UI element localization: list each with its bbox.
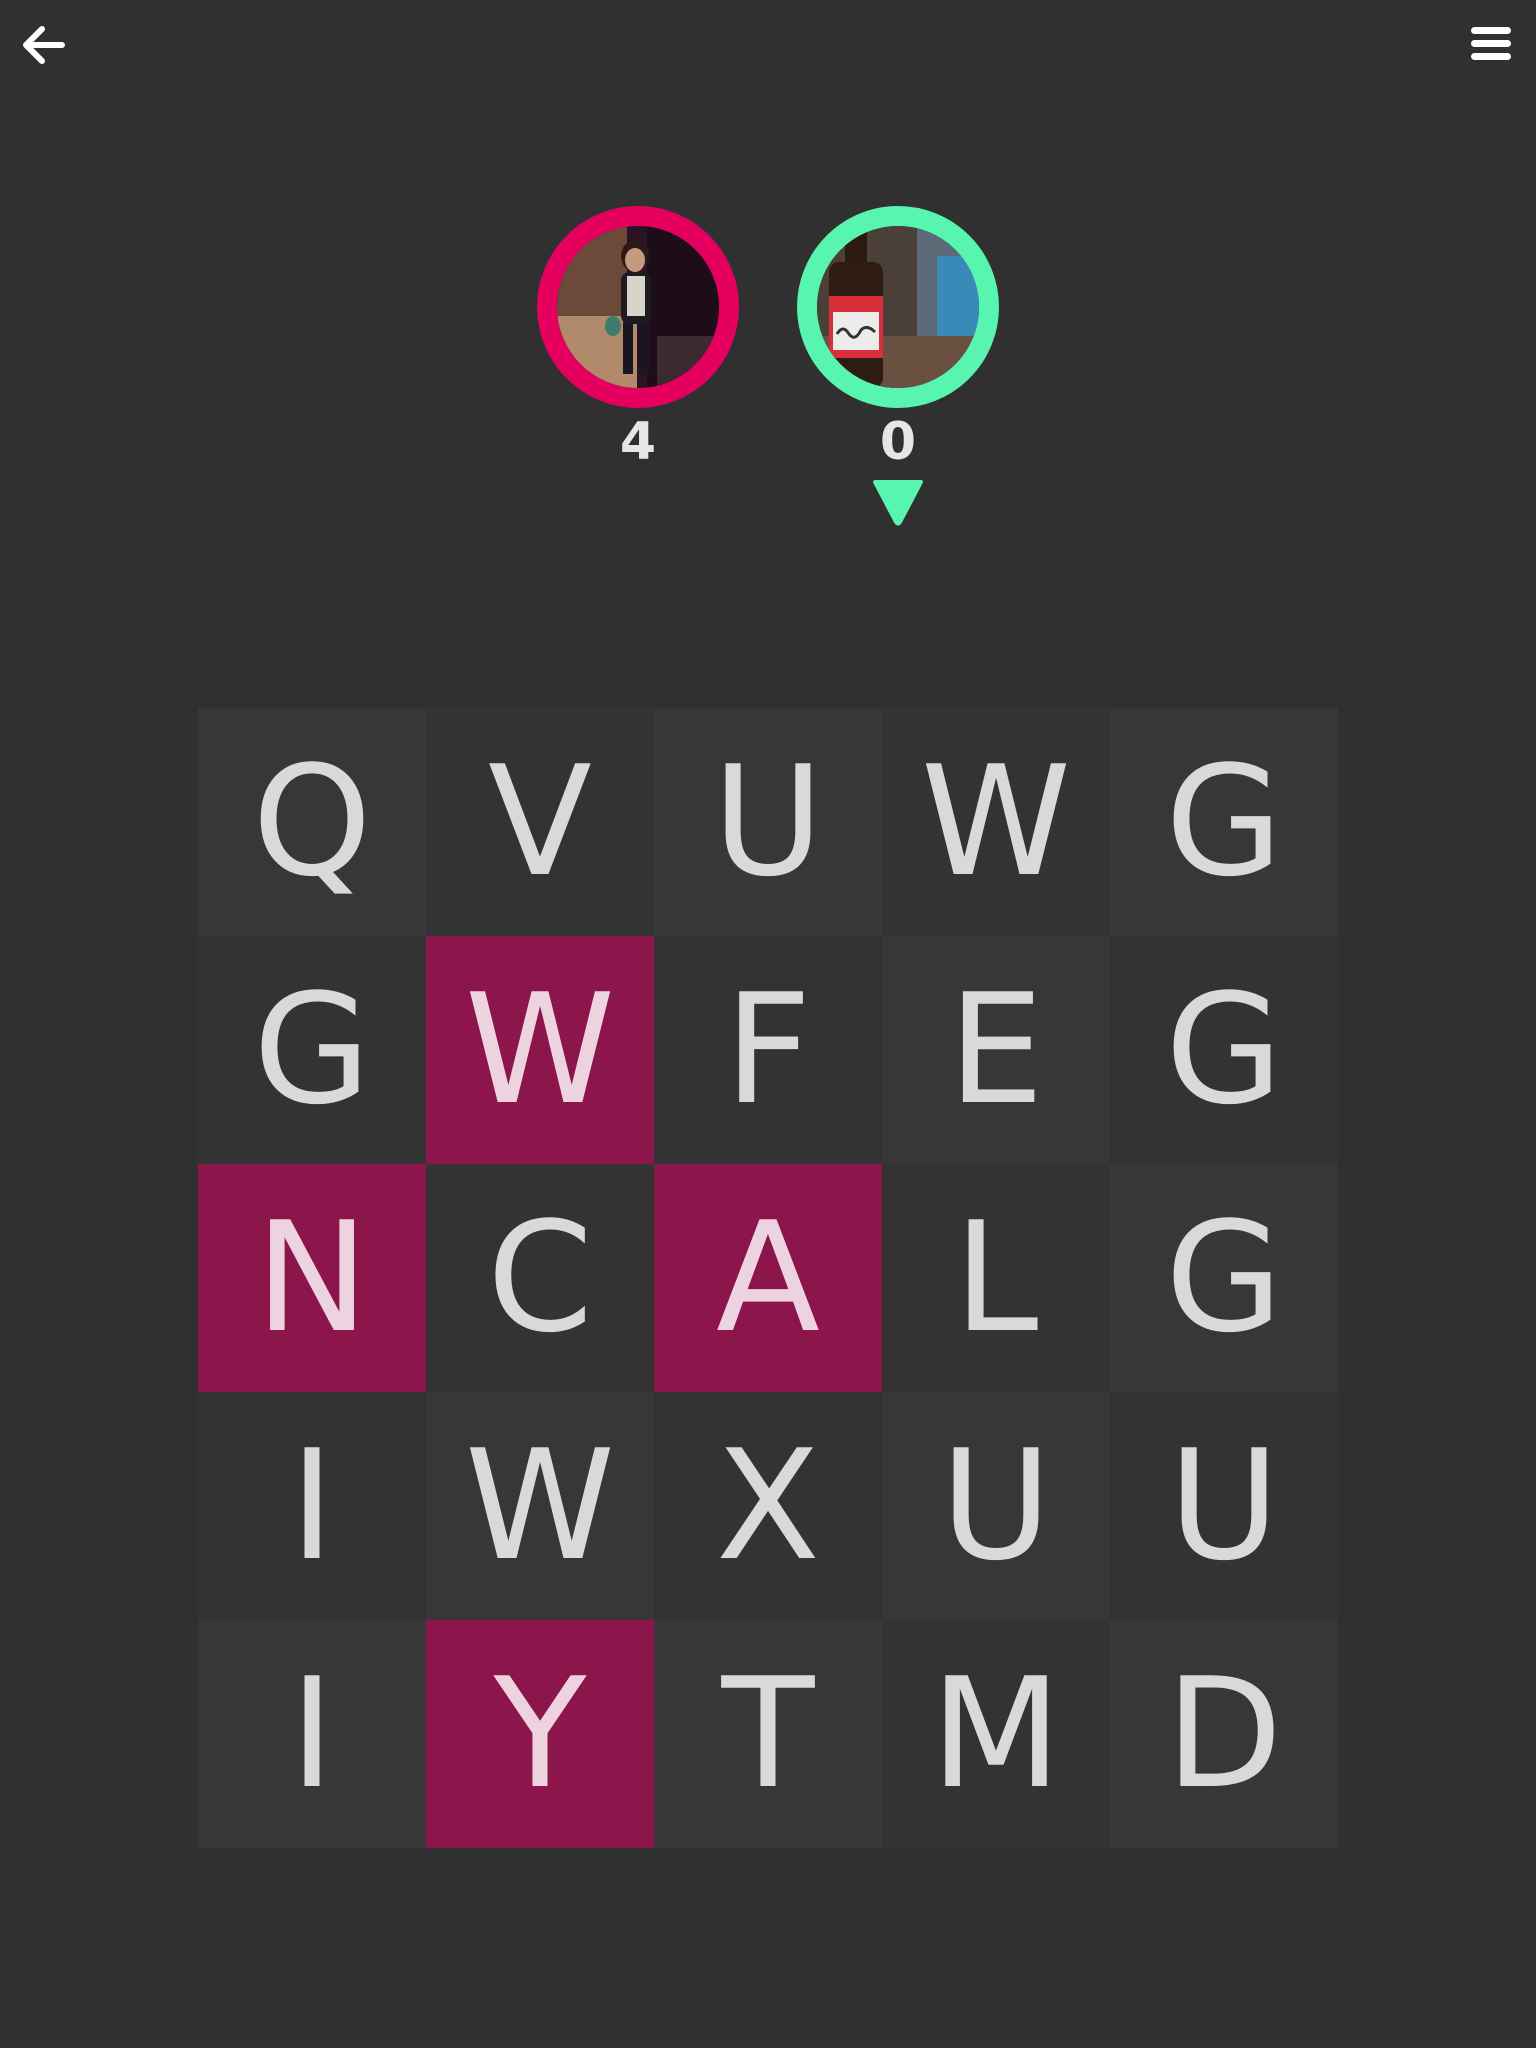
letter-tile[interactable]: G: [1110, 708, 1338, 936]
letter-tile[interactable]: G: [1110, 936, 1338, 1164]
letter-tile[interactable]: L: [882, 1164, 1110, 1392]
player-2: 0: [797, 206, 999, 472]
letter-tile[interactable]: E: [882, 936, 1110, 1164]
player-1-avatar[interactable]: [537, 206, 739, 408]
letter-board: QVUWGGWFEGNCALGIWXUUIYTMD: [198, 708, 1338, 1848]
letter-tile[interactable]: Y: [426, 1620, 654, 1848]
letter-tile[interactable]: X: [654, 1392, 882, 1620]
player-1: 4: [537, 206, 739, 472]
hamburger-menu-icon: [1471, 27, 1511, 60]
letter-tile[interactable]: V: [426, 708, 654, 936]
back-button[interactable]: [18, 20, 68, 70]
player-1-photo: [557, 226, 719, 388]
letter-tile[interactable]: W: [426, 1392, 654, 1620]
letter-tile[interactable]: I: [198, 1392, 426, 1620]
letter-tile[interactable]: W: [426, 936, 654, 1164]
menu-button[interactable]: [1470, 24, 1512, 64]
letter-tile[interactable]: G: [1110, 1164, 1338, 1392]
letter-tile[interactable]: D: [1110, 1620, 1338, 1848]
player-2-avatar[interactable]: [797, 206, 999, 408]
player-1-score: 4: [619, 412, 657, 472]
letter-tile[interactable]: Q: [198, 708, 426, 936]
triangle-down-icon: [873, 480, 923, 526]
player-2-score: 0: [879, 412, 917, 472]
back-arrow-icon: [23, 26, 65, 64]
letter-tile[interactable]: G: [198, 936, 426, 1164]
letter-tile[interactable]: I: [198, 1620, 426, 1848]
letter-tile[interactable]: C: [426, 1164, 654, 1392]
player-2-photo: [817, 226, 979, 388]
letter-tile[interactable]: F: [654, 936, 882, 1164]
letter-tile[interactable]: M: [882, 1620, 1110, 1848]
letter-tile[interactable]: U: [882, 1392, 1110, 1620]
letter-tile[interactable]: A: [654, 1164, 882, 1392]
letter-tile[interactable]: U: [654, 708, 882, 936]
letter-tile[interactable]: W: [882, 708, 1110, 936]
letter-tile[interactable]: T: [654, 1620, 882, 1848]
letter-tile[interactable]: N: [198, 1164, 426, 1392]
letter-tile[interactable]: U: [1110, 1392, 1338, 1620]
